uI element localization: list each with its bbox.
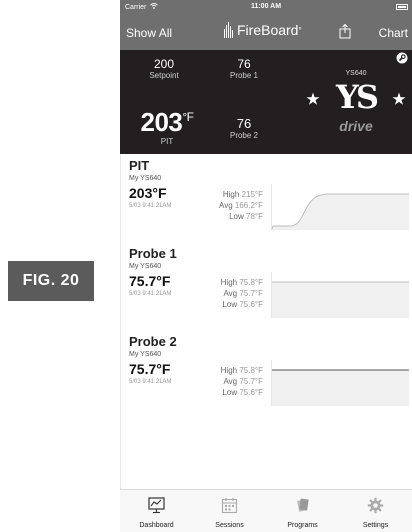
pit-dash-value: 203: [140, 107, 183, 137]
status-bar: Carrier 11:00 AM: [120, 0, 412, 15]
probe-device: My YS640: [129, 175, 162, 182]
tab-dashboard[interactable]: Dashboard: [120, 490, 193, 532]
drive-wordmark: drive: [339, 118, 373, 134]
dashboard-icon: [148, 497, 165, 514]
tab-settings[interactable]: Settings: [339, 490, 412, 532]
star-icon: [306, 92, 320, 105]
avg-label: Avg: [223, 377, 238, 386]
navigation-bar: Show All FireBoard ° Chart: [120, 15, 412, 50]
probe-name: PIT: [129, 158, 150, 173]
app-title-mark: °: [298, 25, 302, 35]
tab-programs[interactable]: Programs: [266, 490, 339, 532]
setpoint-readout[interactable]: 200 Setpoint: [132, 57, 196, 80]
avg-value: 75.7°F: [239, 377, 263, 386]
high-label: High: [220, 278, 238, 287]
high-value: 75.8°F: [239, 278, 263, 287]
probe-stats: High 215°F Avg 166.2°F Low 78°F: [203, 189, 263, 222]
gear-icon: [367, 497, 384, 514]
temperature-sparkline: [271, 184, 409, 230]
low-label: Low: [222, 388, 238, 397]
status-time: 11:00 AM: [250, 3, 282, 10]
probe-timestamp: 5/03 9:41:21AM: [129, 379, 172, 385]
probe-stats: High 75.8°F Avg 75.7°F Low 75.6°F: [203, 277, 263, 310]
probe-device: My YS640: [129, 263, 162, 270]
high-value: 215°F: [241, 190, 263, 199]
probe1-dash-value: 76: [237, 57, 251, 71]
dashboard-panel: 200 Setpoint 76 Probe 1 203°F PIT 76 Pro…: [120, 50, 412, 154]
low-value: 78°F: [246, 212, 263, 221]
low-value: 75.6°F: [239, 300, 263, 309]
probe-temp: 75.7°F: [129, 273, 171, 289]
low-label: Low: [222, 300, 238, 309]
avg-label: Avg: [223, 289, 238, 298]
chart-button[interactable]: Chart: [379, 26, 408, 40]
show-all-button[interactable]: Show All: [126, 26, 172, 40]
probe-card-pit[interactable]: PIT My YS640 203°F 5/03 9:41:21AM High 2…: [121, 154, 412, 242]
probe-temp: 203°F: [129, 185, 167, 201]
figure-label: FIG. 20: [8, 261, 94, 301]
high-label: High: [222, 190, 240, 199]
avg-value: 166.2°F: [234, 201, 263, 210]
probe2-dash-label: Probe 2: [229, 131, 259, 140]
pit-dash-unit: °F: [182, 110, 194, 124]
fireboard-logo-icon: [224, 22, 234, 38]
temperature-sparkline: [271, 272, 409, 318]
share-icon[interactable]: [339, 24, 351, 39]
tab-sessions[interactable]: Sessions: [193, 490, 266, 532]
ys-monogram: YS: [336, 78, 379, 116]
temperature-sparkline: [271, 360, 409, 406]
probe1-dash-label: Probe 1: [229, 71, 259, 80]
probe-name: Probe 2: [129, 334, 177, 349]
probe-temp: 75.7°F: [129, 361, 171, 377]
tab-label: Sessions: [215, 522, 244, 529]
setpoint-value: 200: [153, 57, 175, 71]
probe-timestamp: 5/03 9:41:21AM: [129, 291, 172, 297]
probe2-readout: 76 Probe 2: [214, 116, 274, 140]
high-label: High: [220, 366, 238, 375]
low-label: Low: [229, 212, 244, 221]
probe-device: My YS640: [129, 351, 162, 358]
tab-label: Dashboard: [139, 522, 174, 529]
fireboard-logo: FireBoard °: [224, 22, 302, 38]
tab-label: Programs: [287, 522, 318, 529]
setpoint-label: Setpoint: [149, 71, 179, 80]
star-icon: [392, 92, 406, 105]
phone-screen: Carrier 11:00 AM Show All FireBoard ° Cha…: [120, 0, 412, 532]
pit-dash-label: PIT: [160, 137, 174, 146]
battery-icon: [396, 4, 408, 10]
device-model-label: YS640: [345, 70, 367, 77]
probe-name: Probe 1: [129, 246, 177, 261]
probe-timestamp: 5/03 9:41:21AM: [129, 203, 172, 209]
calendar-icon: [221, 498, 238, 514]
probe-stats: High 75.8°F Avg 75.7°F Low 75.6°F: [203, 365, 263, 398]
pit-readout: 203°F PIT: [132, 107, 202, 146]
app-title: FireBoard: [237, 22, 299, 38]
tab-bar: Dashboard Sessions Programs Settings: [120, 489, 412, 532]
tab-label: Settings: [362, 522, 389, 529]
probe-list: PIT My YS640 203°F 5/03 9:41:21AM High 2…: [120, 154, 412, 489]
probe1-readout: 76 Probe 1: [214, 57, 274, 80]
probe-card-probe2[interactable]: Probe 2 My YS640 75.7°F 5/03 9:41:21AM H…: [121, 330, 412, 418]
avg-label: Avg: [219, 201, 233, 210]
avg-value: 75.7°F: [239, 289, 263, 298]
low-value: 75.6°F: [239, 388, 263, 397]
probe-card-probe1[interactable]: Probe 1 My YS640 75.7°F 5/03 9:41:21AM H…: [121, 242, 412, 330]
programs-icon: [297, 498, 309, 512]
probe2-dash-value: 76: [236, 116, 252, 131]
yoder-smokers-logo: YS640 YS drive: [306, 70, 406, 140]
high-value: 75.8°F: [239, 366, 263, 375]
wrench-icon[interactable]: [396, 52, 408, 64]
